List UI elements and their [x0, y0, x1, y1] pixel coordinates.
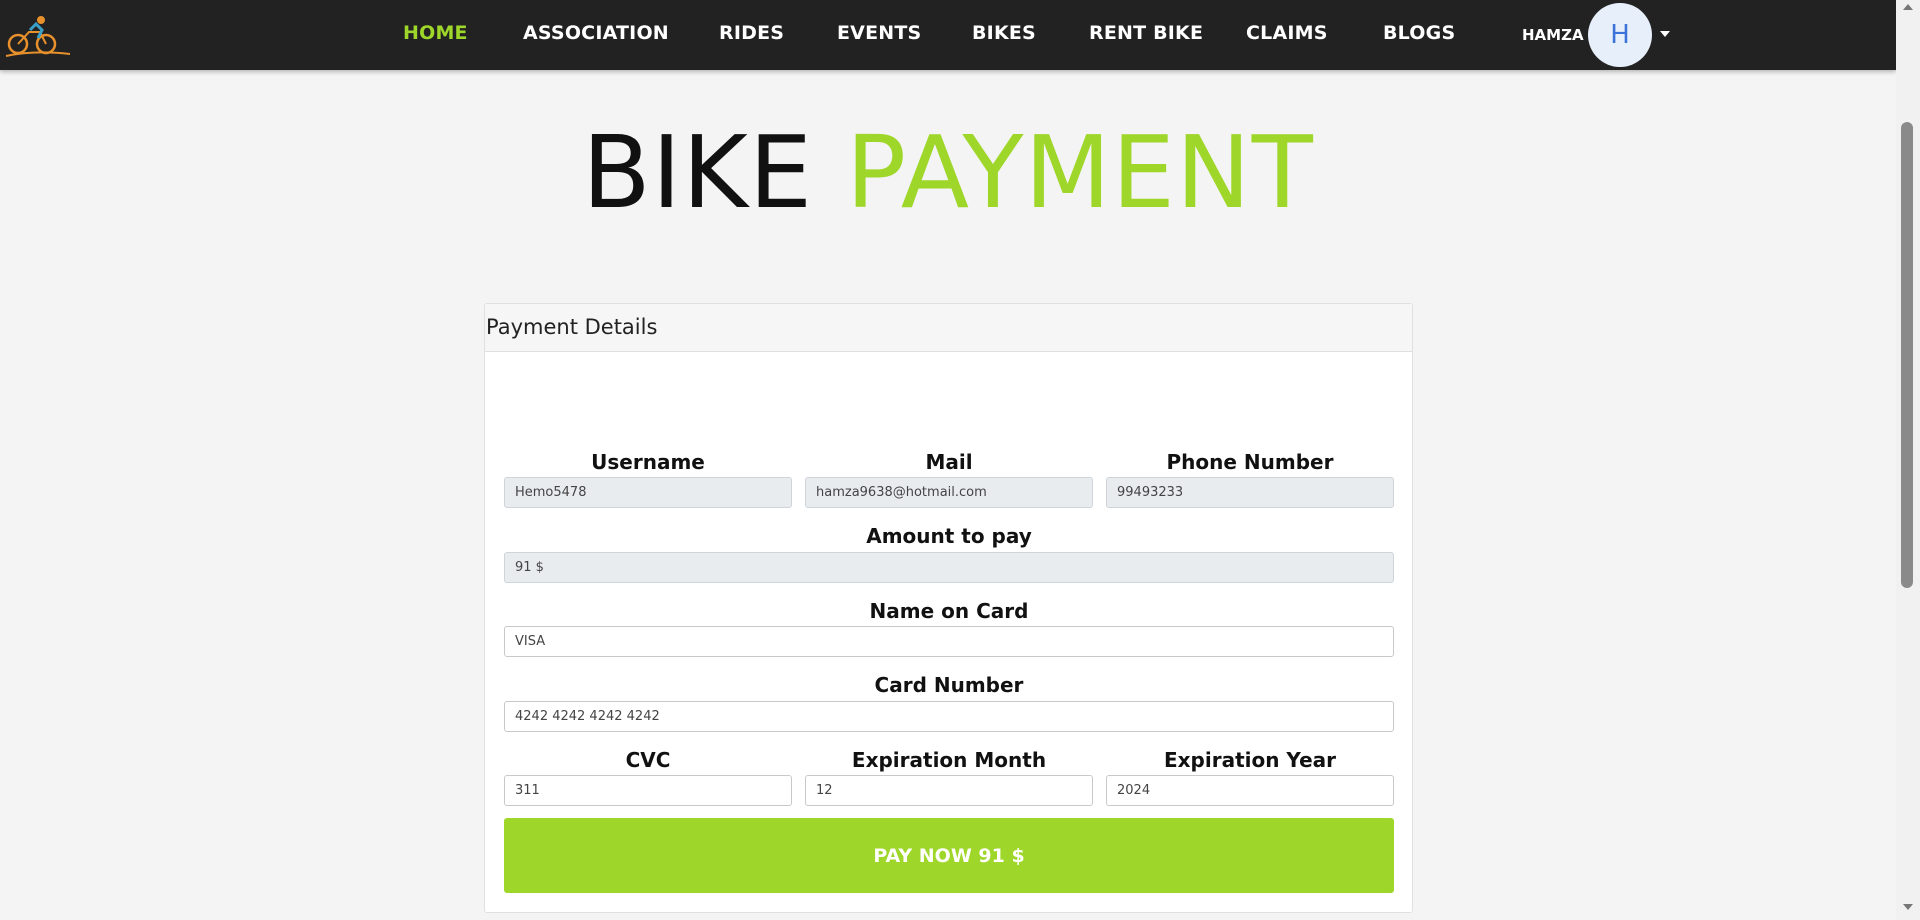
nav-association[interactable]: ASSOCIATION	[523, 22, 669, 48]
mail-label: Mail	[925, 450, 973, 474]
scroll-down-icon[interactable]	[1903, 904, 1913, 910]
nav-home[interactable]: HOME	[403, 22, 468, 48]
payment-card: Payment Details Username Mail Phone Numb…	[484, 303, 1413, 913]
phone-number-field[interactable]	[1106, 477, 1394, 508]
scrollbar-thumb[interactable]	[1901, 122, 1913, 588]
name-on-card-label: Name on Card	[869, 599, 1029, 623]
nav-claims[interactable]: CLAIMS	[1246, 22, 1328, 48]
expiration-month-field[interactable]	[805, 775, 1093, 806]
page-title-part2: PAYMENT	[845, 114, 1314, 231]
pay-now-button[interactable]: PAY NOW 91 $	[504, 818, 1394, 893]
cvc-label: CVC	[625, 748, 671, 772]
caret-down-icon[interactable]	[1660, 31, 1670, 37]
name-on-card-field[interactable]	[504, 626, 1394, 657]
username-label: Username	[591, 450, 705, 474]
scroll-up-icon[interactable]	[1903, 4, 1913, 10]
phone-number-label: Phone Number	[1166, 450, 1334, 474]
amount-field[interactable]	[504, 552, 1394, 583]
nav-rides[interactable]: RIDES	[719, 22, 784, 48]
expiration-month-label: Expiration Month	[851, 748, 1047, 772]
mail-field[interactable]	[805, 477, 1093, 508]
user-name[interactable]: HAMZA	[1522, 26, 1584, 44]
username-field[interactable]	[504, 477, 792, 508]
expiration-year-label: Expiration Year	[1163, 748, 1337, 772]
avatar[interactable]: H	[1588, 3, 1652, 67]
card-number-field[interactable]	[504, 701, 1394, 732]
nav-blogs[interactable]: BLOGS	[1383, 22, 1455, 48]
page-title-part1: BIKE	[582, 114, 814, 231]
vertical-scrollbar[interactable]	[1896, 0, 1920, 920]
payment-details-header: Payment Details	[485, 304, 1412, 352]
cyclist-logo-icon[interactable]	[4, 14, 70, 58]
nav-events[interactable]: EVENTS	[837, 22, 921, 48]
amount-label: Amount to pay	[866, 524, 1032, 548]
top-navbar: HOME ASSOCIATION RIDES EVENTS BIKES RENT…	[0, 0, 1896, 70]
expiration-year-field[interactable]	[1106, 775, 1394, 806]
cvc-field[interactable]	[504, 775, 792, 806]
card-number-label: Card Number	[874, 673, 1024, 697]
nav-bikes[interactable]: BIKES	[972, 22, 1036, 48]
nav-rent-bike[interactable]: RENT BIKE	[1089, 22, 1203, 48]
page-title: BIKE PAYMENT	[0, 118, 1896, 228]
